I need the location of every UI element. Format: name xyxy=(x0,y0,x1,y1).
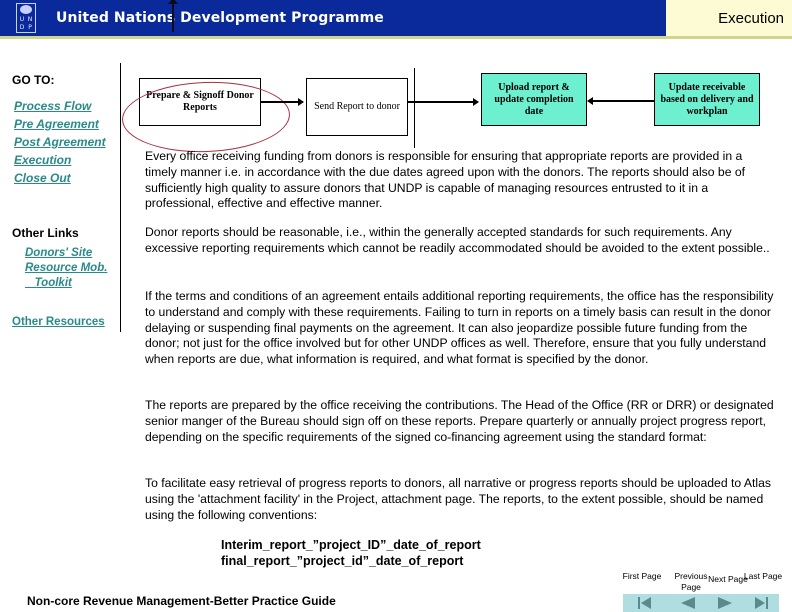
flow-step-upload-report[interactable]: Upload report & update completion date xyxy=(481,73,587,126)
link-toolkit[interactable]: Toolkit xyxy=(25,277,72,289)
link-other-resources[interactable]: Other Resources xyxy=(12,316,105,328)
header-bar: U N D P United Nations Development Progr… xyxy=(0,0,792,36)
convention-final: final_report_”project_id”_date_of_report xyxy=(221,553,464,568)
left-nav-divider xyxy=(120,63,121,332)
un-emblem-icon xyxy=(20,5,32,14)
section-title: Execution xyxy=(718,10,784,27)
paragraph: Every office receiving funding from dono… xyxy=(145,149,746,211)
paragraph: To facilitate easy retrieval of progress… xyxy=(145,476,771,522)
first-page-icon[interactable] xyxy=(638,597,651,609)
section-title-box: Execution xyxy=(666,0,792,36)
other-links-heading: Other Links xyxy=(12,226,79,240)
logo-letter: N xyxy=(27,16,33,23)
logo-letter: U xyxy=(19,16,25,23)
previous-page-icon[interactable] xyxy=(681,597,695,609)
last-page-label[interactable]: Last Page xyxy=(743,571,783,582)
header-divider xyxy=(0,36,792,39)
nav-link-process-flow[interactable]: Process Flow xyxy=(14,99,91,113)
arrow-left-icon xyxy=(587,97,593,105)
mouse-pointer-line xyxy=(172,0,174,32)
previous-page-label[interactable]: Previous Page xyxy=(671,571,711,593)
nav-link-pre-agreement[interactable]: Pre Agreement xyxy=(14,117,99,131)
convention-interim: Interim_report_”project_ID”_date_of_repo… xyxy=(221,538,481,552)
paragraph: Donor reports should be reasonable, i.e.… xyxy=(145,225,770,255)
flow-step-send-report[interactable]: Send Report to donor xyxy=(306,78,408,136)
logo-letter: D xyxy=(19,24,25,31)
nav-link-close-out[interactable]: Close Out xyxy=(14,171,71,185)
link-resource-mob[interactable]: Resource Mob. xyxy=(25,262,107,274)
up-arrow-icon xyxy=(168,0,178,4)
org-name: United Nations Development Programme xyxy=(56,10,384,26)
paragraph: If the terms and conditions of an agreem… xyxy=(145,289,774,367)
flow-arrow xyxy=(593,100,654,102)
footer-title: Non-core Revenue Management-Better Pract… xyxy=(27,594,336,608)
nav-link-post-agreement[interactable]: Post Agreement xyxy=(14,135,106,149)
paragraph: The reports are prepared by the office r… xyxy=(145,398,774,444)
flow-step-update-receivable[interactable]: Update receivable based on delivery and … xyxy=(654,73,760,126)
flow-connector xyxy=(414,68,415,148)
flow-arrow xyxy=(408,101,474,103)
last-page-icon[interactable] xyxy=(755,597,768,609)
undp-logo: U N D P xyxy=(16,3,36,33)
next-page-label[interactable]: Next Page xyxy=(708,574,748,585)
flow-step-prepare-signoff[interactable]: Prepare & Signoff Donor Reports xyxy=(139,78,261,126)
goto-heading: GO TO: xyxy=(12,73,55,87)
next-page-icon[interactable] xyxy=(718,597,732,609)
logo-letter: P xyxy=(28,24,32,31)
naming-conventions: Interim_report_”project_ID”_date_of_repo… xyxy=(221,538,481,569)
arrow-right-icon xyxy=(473,98,479,106)
first-page-label[interactable]: First Page xyxy=(622,571,662,582)
link-donors-site[interactable]: Donors' Site xyxy=(25,247,92,259)
arrow-right-icon xyxy=(298,98,304,106)
flow-arrow xyxy=(261,101,299,103)
nav-link-execution[interactable]: Execution xyxy=(14,153,71,167)
